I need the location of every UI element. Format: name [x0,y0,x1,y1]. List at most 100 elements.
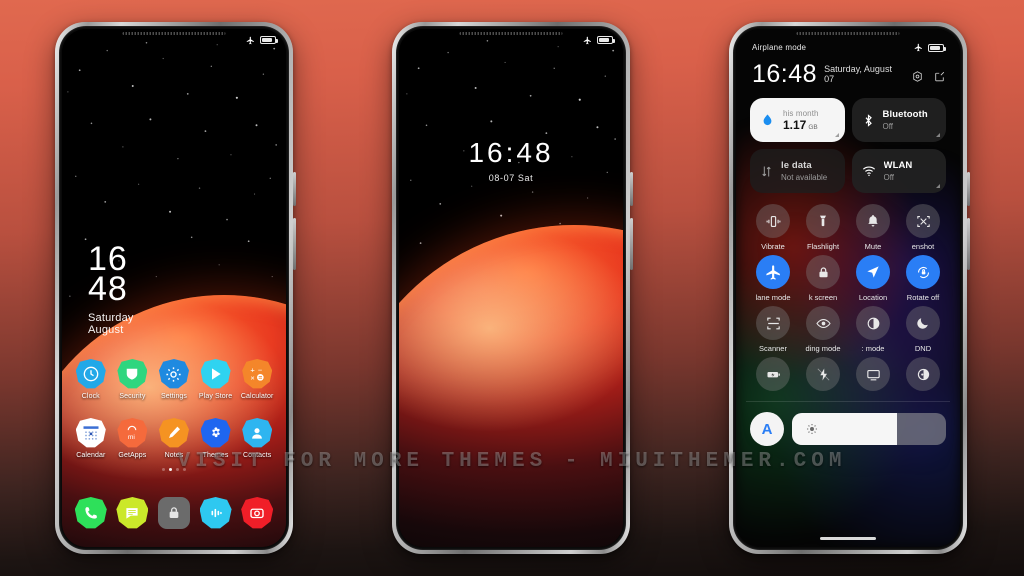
volume-button[interactable] [630,218,633,270]
control-center: Airplane mode 16:48 Saturday, August 07 [736,29,960,547]
tile-text: his month 1.17 GB [783,109,819,132]
app-notes[interactable]: Notes [153,418,195,459]
music-icon [199,497,232,529]
page-dot [176,468,179,471]
tile-data-usage[interactable]: his month 1.17 GB [750,98,845,142]
tile-title: WLAN [883,160,913,171]
dock-messages[interactable] [112,497,154,529]
airplane-icon [583,36,591,44]
brightness-slider[interactable] [792,413,946,445]
toggle-battery-saver[interactable] [748,357,798,395]
app-contacts[interactable]: Contacts [236,418,278,459]
dark-mode-icon [906,357,940,391]
bluetooth-icon [865,113,872,127]
tile-subtitle: Off [882,122,894,131]
toggle-row-3: Scanner ding mode: mode DND [748,306,948,353]
toggle-cast[interactable] [848,357,898,395]
toggle-label: DND [914,344,932,353]
edit-icon[interactable] [933,70,946,83]
power-button[interactable] [967,172,970,206]
phone-2-bezel: 16:48 08-07 Sat [396,26,626,550]
power-button[interactable] [293,172,296,206]
toggle-mute[interactable]: Mute [848,204,898,251]
phone-1-bezel: 16 48 Saturday August Clock Security Set… [59,26,289,550]
lock-icon [157,497,190,529]
app-getapps[interactable]: mi GetApps [112,418,154,459]
toggle-lock-screen[interactable]: k screen [798,255,848,302]
lock-time: 16:48 [468,137,554,168]
clock-icon [75,359,106,389]
earpiece-speaker [459,32,563,35]
auto-brightness-button[interactable]: A [750,412,784,446]
toggle-location[interactable]: Location [848,255,898,302]
vibrate-icon [756,204,790,238]
toggle-screenshot[interactable]: enshot [898,204,948,251]
phone-3-bezel: Airplane mode 16:48 Saturday, August 07 [733,26,963,550]
notes-icon [158,418,189,448]
app-security[interactable]: Security [112,359,154,400]
toggle-row-2: lane mode k screen Location Rotate off [748,255,948,302]
dock [62,497,286,529]
volume-button[interactable] [967,218,970,270]
moon-icon [906,306,940,340]
battery-saver-icon [756,357,790,391]
tile-bluetooth[interactable]: Bluetooth Off [851,98,946,142]
home-indicator[interactable] [820,537,876,540]
toggle-scanner[interactable]: Scanner [748,306,798,353]
calendar-icon [75,418,106,448]
shield-icon [117,359,148,389]
toggle-flashlight[interactable]: Flashlight [798,204,848,251]
dock-music[interactable] [195,497,237,529]
toggle-label: lane mode [755,293,791,302]
app-label: Security [119,393,146,400]
tile-text: Bluetooth Off [883,109,928,131]
contrast-icon [856,306,890,340]
app-calendar[interactable]: Calendar [70,418,112,459]
brightness-fill [792,413,897,445]
brightness-icon [806,423,818,435]
toggle-contrast-mode[interactable]: : mode [848,306,898,353]
app-play-store[interactable]: Play Store [195,359,237,400]
power-button[interactable] [630,172,633,206]
toggle-reading-mode[interactable]: ding mode [798,306,848,353]
phone-2: 16:48 08-07 Sat [392,22,633,554]
dock-app-lock[interactable] [153,497,195,529]
battery-icon [928,43,946,52]
gear-icon [158,359,189,389]
page-dot-active [169,468,172,471]
toggle-airplane-mode[interactable]: lane mode [748,255,798,302]
cc-date: Saturday, August 07 [824,64,892,84]
dock-phone[interactable] [70,497,112,529]
home-clock-widget[interactable]: 16 48 Saturday August [88,242,134,336]
expand-corner-icon[interactable] [936,133,940,137]
toggle-flash[interactable] [798,357,848,395]
toggle-vibrate[interactable]: Vibrate [748,204,798,251]
calculator-icon: + − × [242,359,273,389]
wallpaper-lock [399,29,623,547]
app-themes[interactable]: Themes [195,418,237,459]
screenshot-stage: 16 48 Saturday August Clock Security Set… [0,0,1024,576]
volume-button[interactable] [293,218,296,270]
planet-limb-highlight [399,225,623,547]
page-indicator[interactable] [62,468,286,471]
toggle-dnd[interactable]: DND [898,306,948,353]
tile-wlan[interactable]: WLAN Off [851,149,946,193]
toggle-label: Vibrate [761,242,785,251]
tile-mobile-data[interactable]: le data Not available [750,149,845,193]
toggle-label: Mute [864,242,882,251]
app-clock[interactable]: Clock [70,359,112,400]
app-settings[interactable]: Settings [153,359,195,400]
battery-icon [597,36,615,44]
message-icon [116,497,149,529]
phone-2-screen: 16:48 08-07 Sat [399,29,623,547]
location-icon [856,255,890,289]
control-center-header: 16:48 Saturday, August 07 [736,52,960,87]
dock-camera[interactable] [236,497,278,529]
expand-corner-icon[interactable] [936,184,940,188]
gear-icon[interactable] [911,70,924,83]
camera-icon [241,497,274,529]
app-calculator[interactable]: + − × Calculator [236,359,278,400]
toggle-rotate-off[interactable]: Rotate off [898,255,948,302]
expand-corner-icon[interactable] [834,133,839,137]
toggle-dark-mode[interactable] [898,357,948,395]
